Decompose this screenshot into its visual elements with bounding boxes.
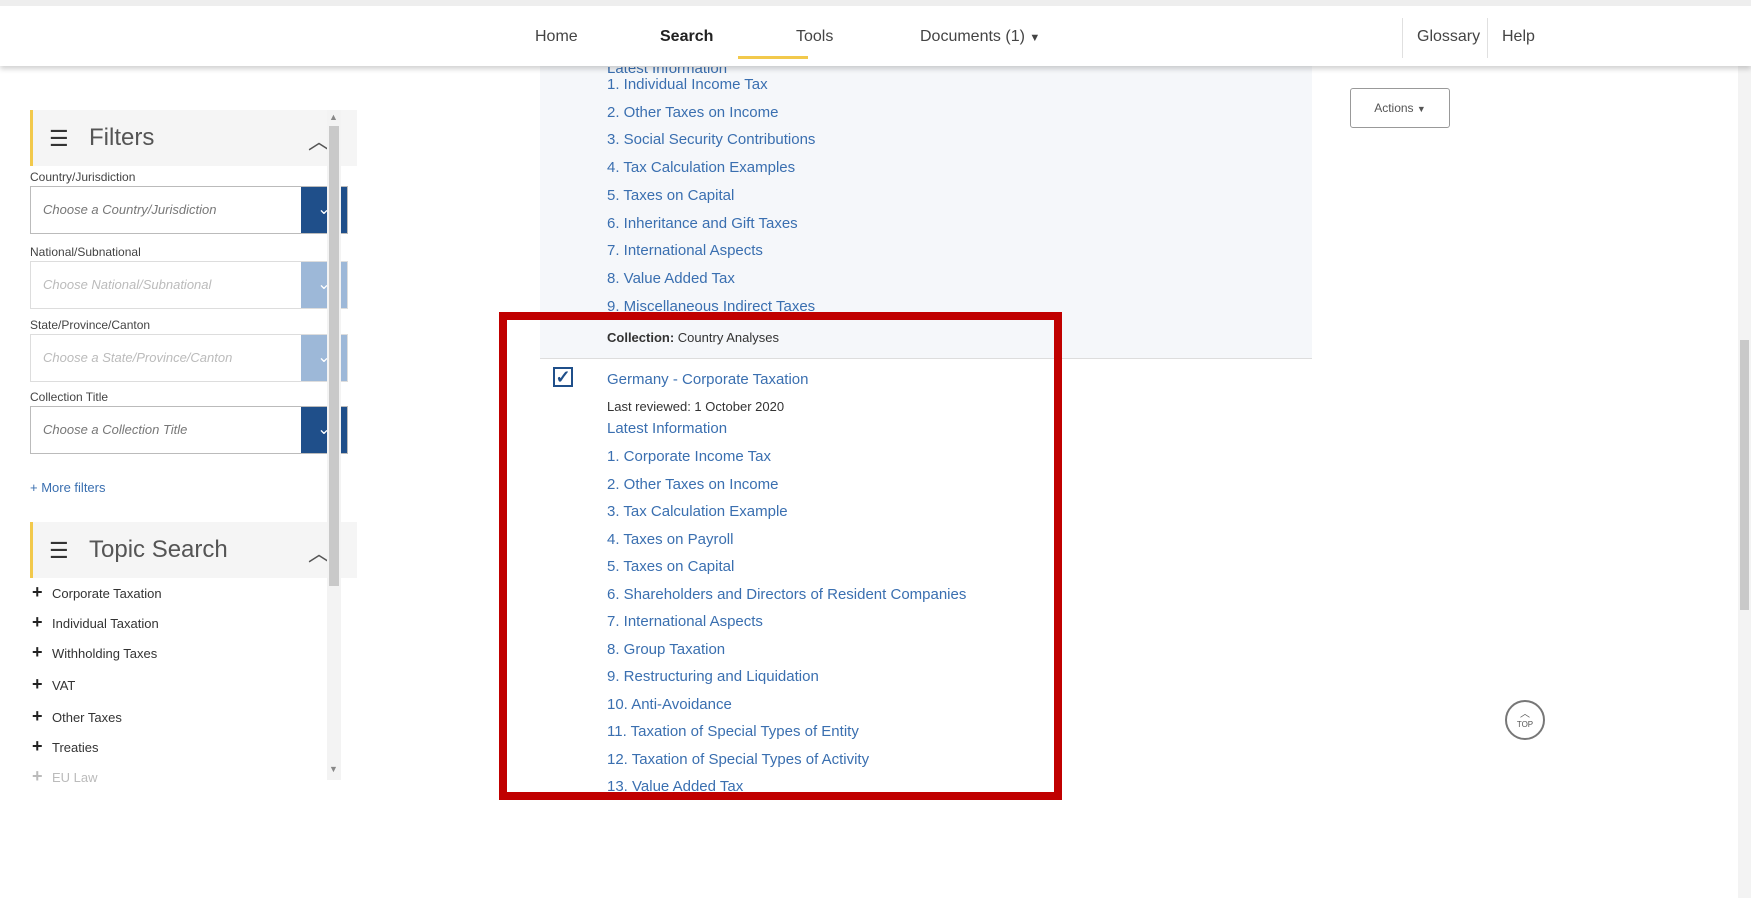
country-select[interactable]: Choose a Country/Jurisdiction ⌄	[30, 186, 348, 234]
chapter-link[interactable]: 10. Anti-Avoidance	[607, 696, 732, 713]
topic-item-label: Individual Taxation	[52, 616, 159, 631]
topic-item-vat[interactable]: + VAT	[32, 674, 75, 695]
result-divider	[540, 358, 1312, 359]
country-label: Country/Jurisdiction	[30, 170, 136, 184]
more-filters-link[interactable]: + More filters	[30, 480, 106, 495]
to-top-label: TOP	[1516, 720, 1534, 729]
scroll-down-arrow-icon[interactable]: ▼	[329, 764, 338, 774]
active-tab-indicator	[738, 56, 808, 59]
top-navigation-bar: Home Search Tools Documents (1) ▼ Glossa…	[0, 0, 1751, 66]
actions-dropdown-button[interactable]: Actions ▼	[1350, 88, 1450, 128]
sidebar-scrollbar-thumb[interactable]	[329, 126, 339, 586]
result-link[interactable]: 8. Value Added Tax	[607, 270, 735, 287]
topic-item-label: Treaties	[52, 740, 99, 755]
plus-icon: +	[32, 582, 43, 602]
plus-icon: +	[32, 766, 43, 786]
result-checkbox-checked[interactable]: ✓	[553, 367, 573, 387]
chapter-link[interactable]: 4. Taxes on Payroll	[607, 531, 733, 548]
nav-glossary[interactable]: Glossary	[1402, 18, 1494, 58]
collection-title-label: Collection Title	[30, 390, 109, 404]
result-link[interactable]: 3. Social Security Contributions	[607, 131, 815, 148]
topic-item-withholding-taxes[interactable]: + Withholding Taxes	[32, 642, 157, 663]
sliders-icon: ☰	[49, 126, 69, 151]
national-select[interactable]: Choose National/Subnational ⌄	[30, 261, 348, 309]
topic-item-label: Other Taxes	[52, 710, 122, 725]
chapter-link[interactable]: 11. Taxation of Special Types of Entity	[607, 723, 859, 740]
nav-documents[interactable]: Documents (1) ▼	[920, 28, 1040, 46]
filter-sidebar: ☰ Filters ︿ Country/Jurisdiction Choose …	[22, 110, 357, 880]
chapter-link[interactable]: 8. Group Taxation	[607, 641, 725, 658]
latest-information-link[interactable]: Latest Information	[607, 420, 727, 437]
back-to-top-button[interactable]: ︿ TOP	[1505, 700, 1545, 740]
state-label: State/Province/Canton	[30, 318, 151, 332]
plus-icon: +	[32, 642, 43, 662]
chapter-link[interactable]: 2. Other Taxes on Income	[607, 476, 778, 493]
last-reviewed-text: Last reviewed: 1 October 2020	[607, 399, 785, 414]
nav-home[interactable]: Home	[535, 28, 578, 46]
topic-item-label: VAT	[52, 678, 76, 693]
topic-search-header[interactable]: ☰ Topic Search ︿	[30, 522, 357, 578]
topic-item-corporate-taxation[interactable]: + Corporate Taxation	[32, 582, 162, 603]
filters-title: Filters	[89, 124, 155, 151]
country-placeholder: Choose a Country/Jurisdiction	[43, 202, 217, 217]
result-link[interactable]: 6. Inheritance and Gift Taxes	[607, 215, 798, 232]
state-select[interactable]: Choose a State/Province/Canton ⌄	[30, 334, 348, 382]
result-link[interactable]: 1. Individual Income Tax	[607, 76, 768, 93]
document-title-link[interactable]: Germany - Corporate Taxation	[607, 371, 808, 388]
chevron-up-icon: ︿	[1520, 709, 1530, 720]
collection-line: Collection: Country Analyses	[607, 330, 779, 345]
plus-icon: +	[32, 674, 43, 694]
chapter-link[interactable]: 9. Restructuring and Liquidation	[607, 668, 819, 685]
topic-item-individual-taxation[interactable]: + Individual Taxation	[32, 612, 159, 633]
result-link[interactable]: 2. Other Taxes on Income	[607, 104, 778, 121]
topic-item-treaties[interactable]: + Treaties	[32, 736, 98, 757]
collection-title-placeholder: Choose a Collection Title	[43, 422, 188, 437]
topic-item-label: Withholding Taxes	[52, 646, 158, 661]
result-link[interactable]: 7. International Aspects	[607, 242, 763, 259]
collection-title-select[interactable]: Choose a Collection Title ⌄	[30, 406, 348, 454]
actions-label: Actions	[1374, 101, 1414, 115]
collection-label: Collection:	[607, 330, 675, 345]
page-scrollbar-thumb[interactable]	[1740, 340, 1749, 610]
topic-search-title: Topic Search	[89, 536, 228, 563]
topic-item-label: Corporate Taxation	[52, 586, 162, 601]
topic-item-eu-law[interactable]: + EU Law	[32, 766, 98, 787]
plus-icon: +	[32, 706, 43, 726]
plus-icon: +	[32, 736, 43, 756]
state-placeholder: Choose a State/Province/Canton	[43, 350, 233, 365]
chevron-down-icon: ▼	[1029, 32, 1041, 44]
nav-search[interactable]: Search	[660, 28, 713, 46]
chapter-link[interactable]: 12. Taxation of Special Types of Activit…	[607, 751, 869, 768]
result-link[interactable]: 5. Taxes on Capital	[607, 187, 734, 204]
national-placeholder: Choose National/Subnational	[43, 277, 212, 292]
national-label: National/Subnational	[30, 245, 141, 259]
nav-help[interactable]: Help	[1487, 18, 1549, 58]
result-link[interactable]: 9. Miscellaneous Indirect Taxes	[607, 298, 815, 315]
nav-tools[interactable]: Tools	[796, 28, 833, 46]
chapter-link[interactable]: 5. Taxes on Capital	[607, 558, 734, 575]
collection-value: Country Analyses	[677, 330, 779, 345]
chapter-link[interactable]: 7. International Aspects	[607, 613, 763, 630]
result-link[interactable]: 4. Tax Calculation Examples	[607, 159, 795, 176]
list-icon: ☰	[49, 538, 69, 563]
plus-icon: +	[32, 612, 43, 632]
topic-item-label: EU Law	[52, 770, 98, 785]
chevron-down-icon: ▼	[1416, 104, 1426, 114]
chapter-link[interactable]: 6. Shareholders and Directors of Residen…	[607, 586, 966, 603]
topic-item-other-taxes[interactable]: + Other Taxes	[32, 706, 122, 727]
chapter-link[interactable]: 3. Tax Calculation Example	[607, 503, 788, 520]
filters-header[interactable]: ☰ Filters ︿	[30, 110, 357, 166]
chapter-link[interactable]: 13. Value Added Tax	[607, 778, 743, 795]
nav-documents-label: Documents (1)	[920, 28, 1025, 45]
scroll-up-arrow-icon[interactable]: ▲	[329, 112, 338, 122]
chapter-link[interactable]: 1. Corporate Income Tax	[607, 448, 771, 465]
